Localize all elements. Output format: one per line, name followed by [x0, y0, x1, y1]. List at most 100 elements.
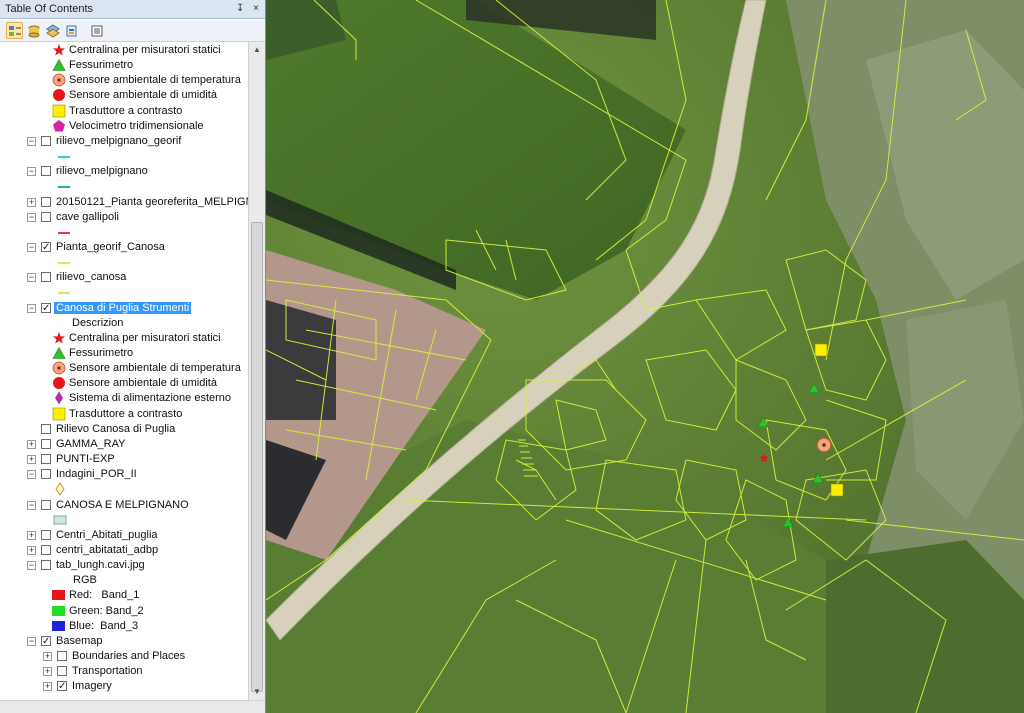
layer-visibility-checkbox[interactable] — [41, 135, 51, 146]
toc-row[interactable]: + ✓ Imagery — [0, 679, 248, 694]
toc-item-label[interactable]: centri_abitatati_adbp — [56, 544, 158, 556]
green-triangle-marker[interactable] — [808, 382, 820, 393]
collapse-icon[interactable]: − — [27, 561, 36, 571]
toc-item-label[interactable]: rilievo_canosa — [56, 271, 126, 283]
selected-layer-label[interactable]: Canosa di Puglia Strumenti — [54, 301, 192, 314]
expand-icon[interactable]: + — [43, 667, 52, 677]
toc-row[interactable]: − Indagini_POR_II — [0, 467, 248, 482]
toc-row[interactable]: Rilievo Canosa di Puglia — [0, 422, 248, 437]
toc-item-label[interactable]: cave gallipoli — [56, 211, 119, 223]
toc-row[interactable]: + Centri_Abitati_puglia — [0, 528, 248, 543]
collapse-icon[interactable]: − — [27, 470, 36, 480]
toc-row[interactable]: − CANOSA E MELPIGNANO — [0, 498, 248, 513]
toc-item-label[interactable]: Imagery — [72, 680, 112, 692]
toc-item-label[interactable]: tab_lungh.cavi.jpg — [56, 559, 145, 571]
expand-icon[interactable]: + — [27, 439, 36, 449]
collapse-icon[interactable]: − — [27, 167, 36, 177]
layer-visibility-checkbox[interactable] — [41, 211, 51, 222]
toc-item-label[interactable]: Centri_Abitati_puglia — [56, 529, 158, 541]
toc-item-label[interactable]: GAMMA_RAY — [56, 438, 125, 450]
collapse-icon[interactable]: − — [27, 303, 36, 313]
layer-visibility-checkbox[interactable]: ✓ — [57, 681, 67, 692]
layer-visibility-checkbox[interactable] — [41, 272, 51, 283]
toc-item-label: Fessurimetro — [69, 347, 134, 359]
layer-visibility-checkbox[interactable]: ✓ — [41, 635, 51, 646]
layer-visibility-checkbox[interactable] — [57, 666, 67, 677]
layer-visibility-checkbox[interactable] — [41, 544, 51, 555]
expand-icon[interactable]: + — [27, 545, 36, 555]
magenta-pentagon-icon — [52, 119, 68, 134]
toc-row[interactable]: − rilievo_melpignano_georif — [0, 134, 248, 149]
green-triangle-marker[interactable] — [812, 472, 824, 483]
layer-visibility-checkbox[interactable] — [41, 438, 51, 449]
scroll-down-arrow-icon[interactable]: ▼ — [249, 684, 265, 700]
expand-icon[interactable]: + — [27, 455, 36, 465]
layer-visibility-checkbox[interactable] — [41, 469, 51, 480]
toc-item-label[interactable]: Rilievo Canosa di Puglia — [56, 423, 175, 435]
collapse-icon[interactable]: − — [27, 242, 36, 252]
toc-row[interactable]: + Transportation — [0, 664, 248, 679]
expand-icon[interactable]: + — [27, 197, 36, 207]
red-star-marker[interactable] — [759, 453, 769, 463]
toc-row: Trasduttore a contrasto — [0, 407, 248, 422]
map-view[interactable] — [266, 0, 1024, 713]
layer-visibility-checkbox[interactable] — [41, 423, 51, 434]
toc-row[interactable]: − rilievo_canosa — [0, 270, 248, 285]
layer-visibility-checkbox[interactable] — [57, 651, 67, 661]
toc-row[interactable]: + Boundaries and Places — [0, 649, 248, 664]
toc-horizontal-scrollbar[interactable] — [0, 700, 265, 713]
layer-visibility-checkbox[interactable] — [41, 499, 51, 510]
toc-row[interactable]: − rilievo_melpignano — [0, 164, 248, 179]
scrollbar-thumb[interactable] — [251, 222, 263, 692]
layer-visibility-checkbox[interactable]: ✓ — [41, 302, 51, 313]
toc-item-label[interactable]: Indagini_POR_II — [56, 468, 137, 480]
layer-visibility-checkbox[interactable] — [41, 529, 51, 540]
toc-item-label[interactable]: Boundaries and Places — [72, 650, 185, 662]
layer-visibility-checkbox[interactable] — [41, 166, 51, 177]
orange-target-marker[interactable] — [816, 437, 832, 453]
collapse-icon[interactable]: − — [27, 500, 36, 510]
toc-row[interactable]: − ✓ Pianta_georif_Canosa — [0, 240, 248, 255]
collapse-icon[interactable]: − — [27, 273, 36, 283]
collapse-icon[interactable]: − — [27, 636, 36, 646]
toc-vertical-scrollbar[interactable]: ▲ ▼ — [248, 42, 265, 700]
toc-row[interactable]: + centri_abitatati_adbp — [0, 543, 248, 558]
layer-visibility-checkbox[interactable] — [41, 560, 51, 571]
layer-visibility-checkbox[interactable] — [41, 196, 51, 207]
toc-item-label[interactable]: Transportation — [72, 665, 143, 677]
layer-visibility-checkbox[interactable]: ✓ — [41, 241, 51, 252]
yellow-square-marker[interactable] — [830, 483, 844, 497]
toc-item-label[interactable]: CANOSA E MELPIGNANO — [56, 499, 189, 511]
list-by-drawing-order-button[interactable] — [6, 22, 23, 39]
green-triangle-marker[interactable] — [782, 516, 794, 527]
toc-item-label[interactable]: rilievo_melpignano — [56, 165, 148, 177]
close-icon[interactable]: × — [253, 3, 259, 14]
toc-row[interactable]: − ✓ Canosa di Puglia Strumenti — [0, 301, 248, 316]
expand-icon[interactable]: + — [27, 530, 36, 540]
toc-item-label[interactable]: Basemap — [56, 635, 102, 647]
toc-item-label[interactable]: Pianta_georif_Canosa — [56, 241, 165, 253]
toc-item-label[interactable]: rilievo_melpignano_georif — [56, 135, 181, 147]
toc-item-label[interactable]: PUNTI-EXP — [56, 453, 115, 465]
toc-item-label: Red: Band_1 — [69, 589, 140, 602]
toc-item-label[interactable]: 20150121_Pianta georeferita_MELPIGNANO — [56, 196, 248, 208]
yellow-square-marker[interactable] — [814, 343, 828, 357]
pin-icon[interactable]: ↧ — [236, 3, 244, 14]
list-by-visibility-button[interactable] — [44, 22, 61, 39]
list-by-selection-button[interactable] — [63, 22, 80, 39]
toc-row[interactable]: − ✓ Basemap — [0, 634, 248, 649]
toc-row[interactable]: − tab_lungh.cavi.jpg — [0, 558, 248, 573]
toc-row[interactable]: + GAMMA_RAY — [0, 437, 248, 452]
layer-visibility-checkbox[interactable] — [41, 454, 51, 465]
scroll-up-arrow-icon[interactable]: ▲ — [249, 42, 265, 58]
expand-icon[interactable]: + — [43, 652, 52, 661]
expand-icon[interactable]: + — [43, 682, 52, 692]
toc-row[interactable]: + PUNTI-EXP — [0, 452, 248, 467]
toc-row[interactable]: +20150121_Pianta georeferita_MELPIGNANO — [0, 195, 248, 210]
toc-row[interactable]: − cave gallipoli — [0, 210, 248, 225]
collapse-icon[interactable]: − — [27, 212, 36, 222]
collapse-icon[interactable]: − — [27, 136, 36, 146]
green-triangle-marker[interactable] — [757, 416, 769, 427]
list-by-source-button[interactable] — [25, 22, 42, 39]
options-button[interactable] — [88, 22, 105, 39]
